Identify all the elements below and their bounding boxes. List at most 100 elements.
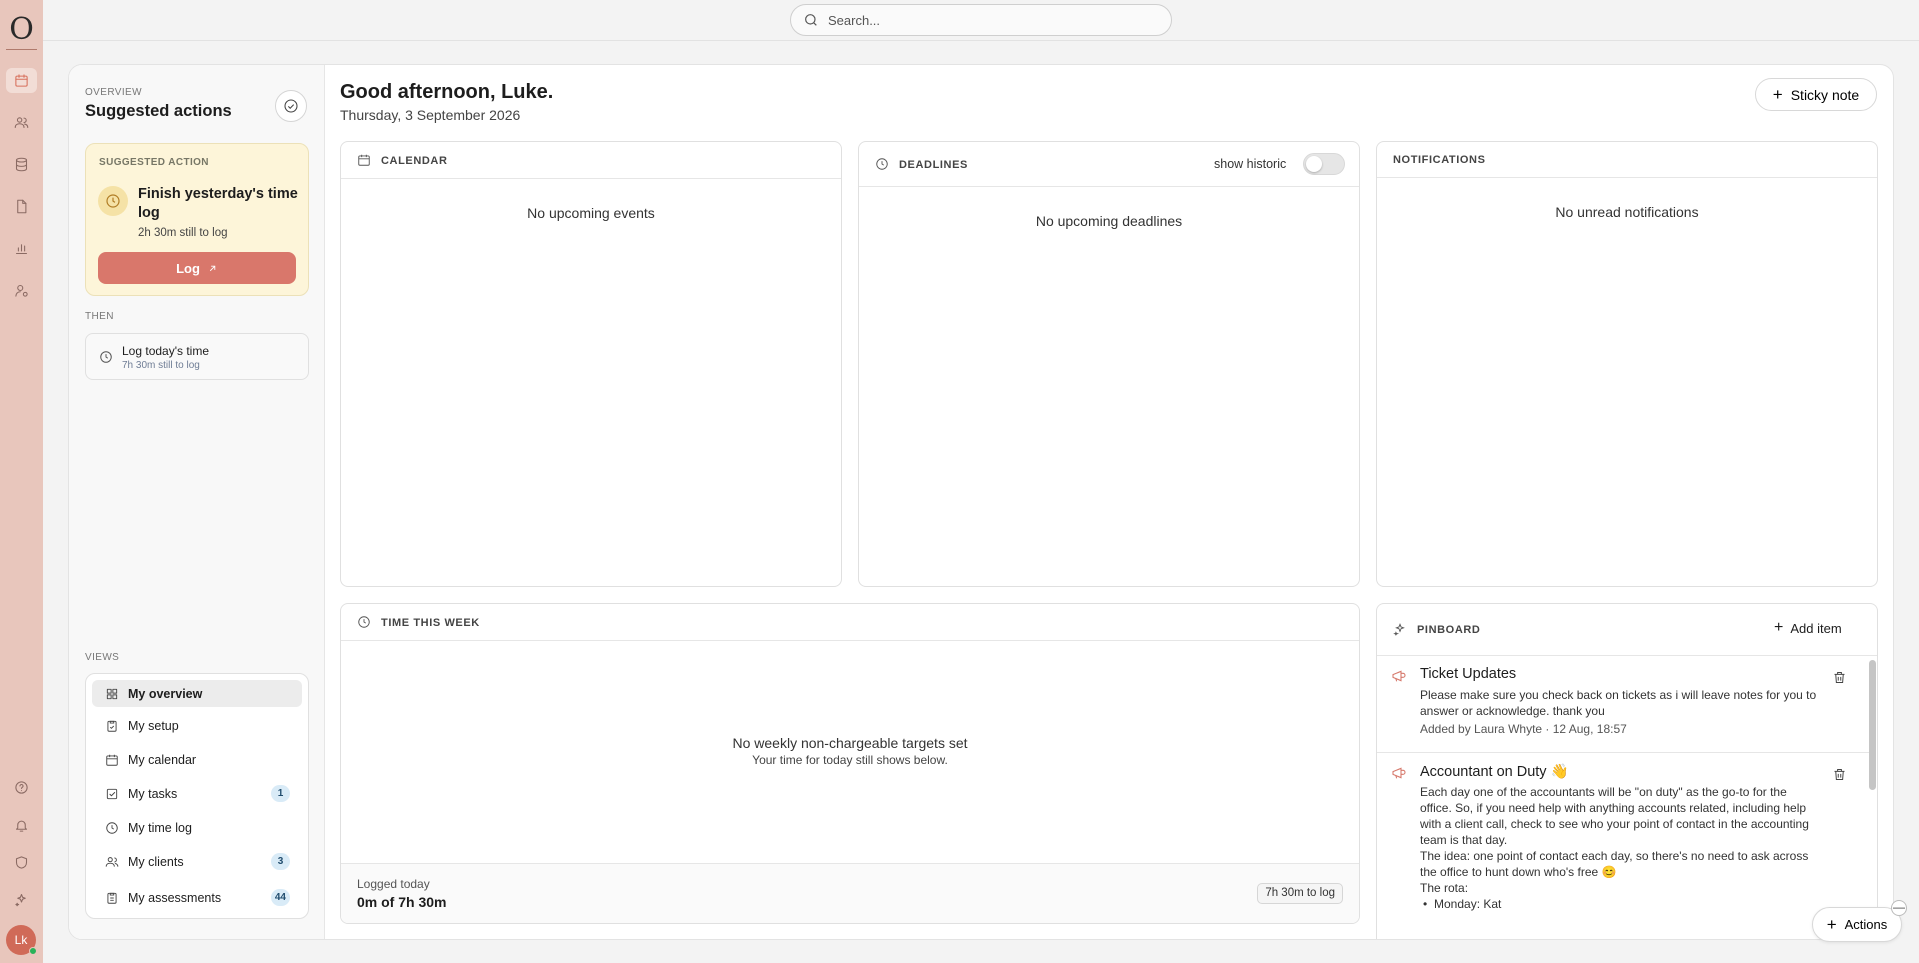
trash-icon[interactable] [1832,670,1847,685]
mark-done-button[interactable] [275,90,307,122]
plus-icon: + [1826,915,1837,934]
document-icon [17,199,27,214]
then-label: THEN [85,311,114,322]
calendar-empty-state: No upcoming events [527,205,655,221]
pinboard-item-text: Each day one of the accountants will be … [1420,785,1809,847]
view-my-clients[interactable]: My clients 3 [92,848,302,875]
count-badge: 3 [271,853,290,870]
bell-icon [15,820,28,832]
clock-icon [876,158,888,170]
next-action-card[interactable]: Log today's time 7h 30m still to log [85,333,309,380]
view-my-overview[interactable]: My overview [92,680,302,707]
pinboard-item-meta: Added by Laura Whyte · 12 Aug, 18:57 [1420,722,1627,736]
rail-calendar-button[interactable] [6,68,37,93]
clock-badge [98,186,128,216]
megaphone-icon [1392,767,1406,779]
sticky-note-button[interactable]: + Sticky note [1755,78,1877,111]
actions-button[interactable]: + Actions [1812,907,1902,942]
rail-documents-button[interactable] [11,196,32,217]
log-button-label: Log [176,260,200,276]
plus-icon: + [1772,85,1783,104]
calendar-card: CALENDAR No upcoming events [340,141,842,587]
view-my-assessments[interactable]: My assessments 44 [92,884,302,911]
pinboard-item-text: Please make sure you check back on ticke… [1420,688,1817,718]
sparkle-icon [15,893,26,907]
pinboard-card: PINBOARD + Add item Ticket Updates Pleas… [1376,603,1878,939]
rail-notifications-button[interactable] [11,815,32,836]
app-logo[interactable]: O [0,12,43,47]
rail-security-button[interactable] [11,852,32,873]
pinboard-item-bullet: Monday: Kat [1420,896,1820,912]
rail-user-settings-button[interactable] [11,280,32,301]
megaphone-icon [1392,670,1406,682]
greeting-title: Good afternoon, Luke. [340,81,554,103]
suggested-action-eyebrow: SUGGESTED ACTION [99,157,209,168]
pinboard-item[interactable]: Accountant on Duty 👋 Each day one of the… [1377,753,1869,939]
notifications-card-header: NOTIFICATIONS [1377,142,1877,178]
users-icon [14,117,29,129]
logged-today-value: 0m of 7h 30m [357,894,447,910]
time-to-log-badge: 7h 30m to log [1257,883,1343,904]
avatar-initials: Lk [14,933,28,947]
calendar-icon [15,74,28,87]
search-icon [805,14,817,26]
pinboard-item-title: Ticket Updates [1420,666,1517,682]
overview-eyebrow: OVERVIEW [85,87,142,98]
view-label: My assessments [128,890,222,905]
sticky-note-label: Sticky note [1790,86,1860,103]
next-action-subtitle: 7h 30m still to log [122,360,200,371]
count-badge: 44 [270,889,290,906]
clock-icon [358,616,370,628]
logged-today-label: Logged today [357,877,430,891]
arrow-up-right-icon [209,265,216,271]
rail-help-button[interactable] [11,777,32,798]
view-label: My tasks [128,786,178,801]
calendar-card-title: CALENDAR [381,155,448,167]
views-list: My overview My setup My calendar My task… [85,673,309,919]
toggle-knob [1306,156,1322,172]
pinboard-item-text: The idea: one point of contact each day,… [1420,849,1809,879]
deadlines-empty-state: No upcoming deadlines [1035,213,1183,229]
view-my-setup[interactable]: My setup [92,712,302,739]
actions-label: Actions [1844,917,1888,932]
view-my-tasks[interactable]: My tasks 1 [92,780,302,807]
search-input[interactable] [828,12,1148,28]
current-date: Thursday, 3 September 2026 [340,107,521,123]
show-historic-label: show historic [1214,157,1287,171]
view-label: My overview [128,686,203,701]
minimize-actions-button[interactable]: — [1891,900,1907,916]
views-label: VIEWS [85,652,120,663]
trash-icon[interactable] [1832,767,1847,782]
clipboard-icon [107,720,117,732]
user-cog-icon [15,284,28,297]
show-historic-toggle[interactable] [1303,153,1345,175]
calendar-card-header: CALENDAR [341,142,841,179]
suggested-action-title: Finish yesterday's time log [138,186,298,221]
global-search[interactable] [790,4,1172,36]
help-icon [15,781,28,794]
rail-people-button[interactable] [11,112,32,133]
header-divider [43,40,1919,41]
pinboard-scrollbar[interactable] [1869,660,1876,790]
shield-icon [15,856,28,869]
pinboard-item[interactable]: Ticket Updates Please make sure you chec… [1377,656,1869,753]
online-status-dot [29,947,37,955]
rail-reports-button[interactable] [11,238,32,259]
add-item-button[interactable]: + Add item [1774,620,1842,636]
logged-today-footer: Logged today 0m of 7h 30m 7h 30m to log [341,863,1359,923]
check-circle-icon [284,99,298,113]
user-avatar[interactable]: Lk [6,925,37,955]
log-button[interactable]: Log [98,252,296,284]
rail-ai-button[interactable] [11,889,32,910]
suggested-actions-panel: OVERVIEW Suggested actions SUGGESTED ACT… [69,65,325,939]
pinboard-item-body: Please make sure you check back on ticke… [1420,687,1820,737]
rail-database-button[interactable] [11,154,32,175]
view-my-calendar[interactable]: My calendar [92,746,302,773]
plus-icon: + [1774,619,1784,636]
pinboard-item-text: The rota: [1420,881,1469,895]
view-label: My setup [128,718,179,733]
targets-empty-title: No weekly non-chargeable targets set [732,735,968,751]
grid-icon [106,688,118,699]
time-card-title: TIME THIS WEEK [381,617,480,629]
view-my-time-log[interactable]: My time log [92,814,302,841]
